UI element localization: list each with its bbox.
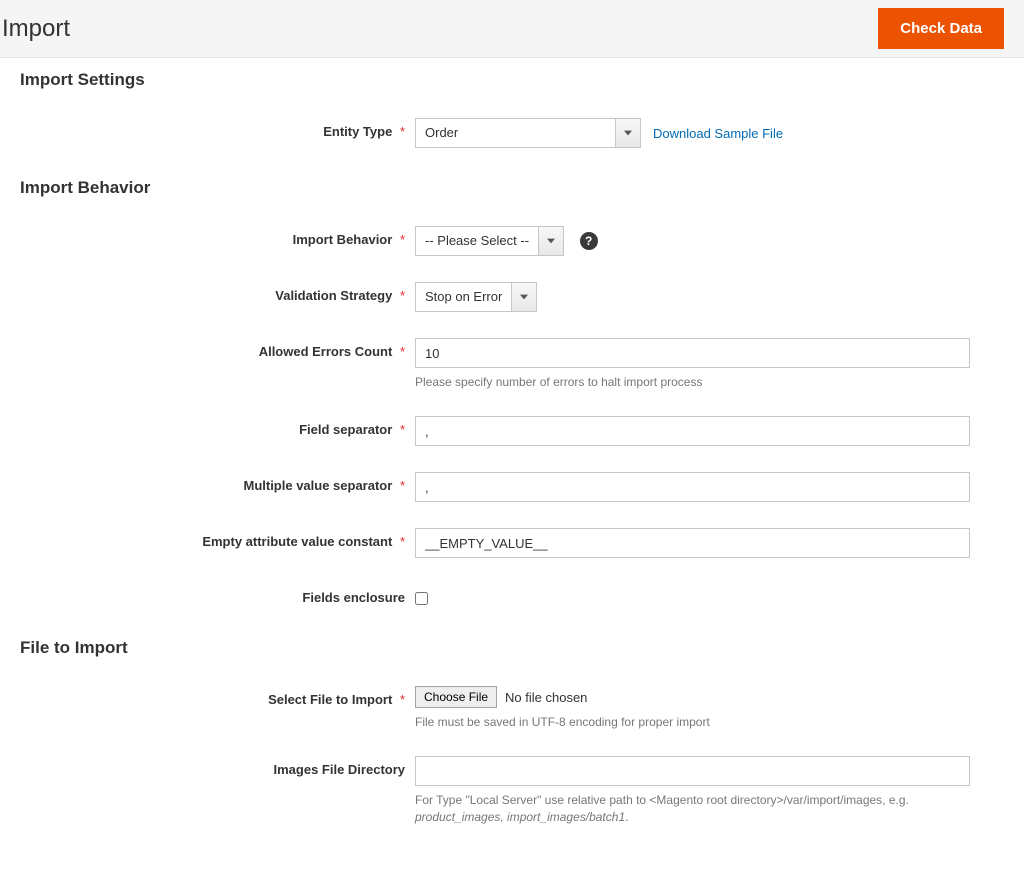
- allowed-errors-label: Allowed Errors Count: [259, 344, 393, 359]
- field-images-dir: Images File Directory For Type "Local Se…: [20, 756, 1004, 824]
- images-dir-input[interactable]: [415, 756, 970, 786]
- select-file-note: File must be saved in UTF-8 encoding for…: [415, 714, 974, 730]
- required-mark: *: [400, 232, 405, 247]
- chevron-down-icon[interactable]: [615, 118, 641, 148]
- required-mark: *: [400, 692, 405, 707]
- select-file-label: Select File to Import: [268, 692, 392, 707]
- fields-enclosure-label: Fields enclosure: [302, 590, 405, 605]
- required-mark: *: [400, 288, 405, 303]
- page-title: Import: [0, 15, 70, 43]
- field-separator-label: Field separator: [299, 422, 392, 437]
- field-import-behavior: Import Behavior * -- Please Select -- ?: [20, 226, 1004, 256]
- field-select-file: Select File to Import * Choose File No f…: [20, 686, 1004, 730]
- import-behavior-value: -- Please Select --: [415, 226, 538, 256]
- entity-type-label: Entity Type: [323, 124, 392, 139]
- section-file-to-import-title: File to Import: [20, 638, 1004, 658]
- section-import-behavior-title: Import Behavior: [20, 178, 1004, 198]
- section-import-settings-title: Import Settings: [20, 70, 1004, 90]
- required-mark: *: [400, 478, 405, 493]
- entity-type-select[interactable]: Order: [415, 118, 641, 148]
- choose-file-button[interactable]: Choose File: [415, 686, 497, 708]
- validation-strategy-select[interactable]: Stop on Error: [415, 282, 537, 312]
- chevron-down-icon[interactable]: [538, 226, 564, 256]
- import-form: Import Settings Entity Type * Order Down…: [0, 70, 1024, 891]
- field-empty-constant: Empty attribute value constant *: [20, 528, 1004, 558]
- chevron-down-icon[interactable]: [511, 282, 537, 312]
- required-mark: *: [400, 344, 405, 359]
- field-separator-input[interactable]: [415, 416, 970, 446]
- import-behavior-select[interactable]: -- Please Select --: [415, 226, 564, 256]
- file-chosen-status: No file chosen: [505, 690, 587, 705]
- required-mark: *: [400, 534, 405, 549]
- entity-type-value: Order: [415, 118, 615, 148]
- validation-strategy-label: Validation Strategy: [275, 288, 392, 303]
- help-icon[interactable]: ?: [580, 232, 598, 250]
- required-mark: *: [400, 124, 405, 139]
- multi-separator-input[interactable]: [415, 472, 970, 502]
- empty-constant-label: Empty attribute value constant: [202, 534, 392, 549]
- field-allowed-errors: Allowed Errors Count * Please specify nu…: [20, 338, 1004, 390]
- download-sample-file-link[interactable]: Download Sample File: [653, 126, 783, 141]
- check-data-button[interactable]: Check Data: [878, 8, 1004, 49]
- field-field-separator: Field separator *: [20, 416, 1004, 446]
- required-mark: *: [400, 422, 405, 437]
- multi-separator-label: Multiple value separator: [243, 478, 392, 493]
- field-entity-type: Entity Type * Order Download Sample File: [20, 118, 1004, 148]
- validation-strategy-value: Stop on Error: [415, 282, 511, 312]
- empty-constant-input[interactable]: [415, 528, 970, 558]
- images-dir-note: For Type "Local Server" use relative pat…: [415, 792, 974, 824]
- field-validation-strategy: Validation Strategy * Stop on Error: [20, 282, 1004, 312]
- field-fields-enclosure: Fields enclosure: [20, 584, 1004, 608]
- page-header: Import Check Data: [0, 0, 1024, 58]
- allowed-errors-input[interactable]: [415, 338, 970, 368]
- import-behavior-label: Import Behavior: [293, 232, 393, 247]
- images-dir-label: Images File Directory: [274, 762, 406, 777]
- field-multi-separator: Multiple value separator *: [20, 472, 1004, 502]
- fields-enclosure-checkbox[interactable]: [415, 592, 428, 605]
- allowed-errors-note: Please specify number of errors to halt …: [415, 374, 974, 390]
